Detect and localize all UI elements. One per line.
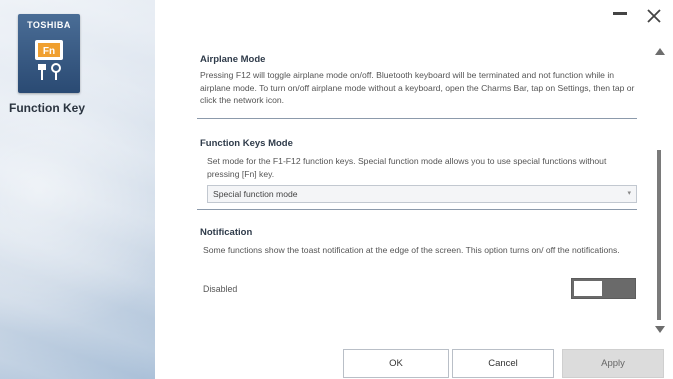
- select-value: Special function mode: [213, 189, 298, 199]
- divider: [197, 118, 637, 119]
- chevron-down-icon: ▾: [627, 190, 631, 197]
- airplane-mode-description: Pressing F12 will toggle airplane mode o…: [200, 70, 635, 105]
- app-title: Function Key: [9, 101, 86, 115]
- toshiba-app-icon: TOSHIBA Fn: [18, 14, 80, 93]
- scrollbar-thumb[interactable]: [657, 150, 661, 320]
- airplane-mode-section: Airplane Mode Pressing F12 will toggle a…: [200, 54, 640, 107]
- minimize-icon[interactable]: [613, 12, 627, 15]
- brand-logo-text: TOSHIBA: [27, 20, 71, 30]
- main-panel: Airplane Mode Pressing F12 will toggle a…: [155, 0, 673, 379]
- notification-status-label: Disabled: [203, 284, 238, 294]
- key-label: Fn: [43, 46, 55, 57]
- scroll-down-arrow-icon[interactable]: [655, 326, 665, 333]
- notification-section: Notification Some functions show the toa…: [200, 227, 640, 257]
- function-key-icon: Fn: [35, 40, 63, 80]
- ok-button[interactable]: OK: [343, 349, 449, 378]
- function-keys-mode-description: Set mode for the F1-F12 function keys. S…: [207, 156, 607, 179]
- divider: [197, 209, 637, 210]
- notification-toggle[interactable]: [571, 278, 636, 299]
- scroll-up-arrow-icon[interactable]: [655, 48, 665, 55]
- function-keys-mode-section: Function Keys Mode Set mode for the F1-F…: [200, 138, 640, 180]
- cancel-button[interactable]: Cancel: [452, 349, 554, 378]
- notification-description: Some functions show the toast notificati…: [203, 245, 620, 255]
- airplane-mode-title: Airplane Mode: [200, 54, 266, 65]
- function-keys-mode-select[interactable]: Special function mode ▾: [207, 185, 637, 203]
- apply-button[interactable]: Apply: [562, 349, 664, 378]
- toggle-thumb: [574, 281, 602, 296]
- close-icon[interactable]: [646, 8, 662, 24]
- sidebar: TOSHIBA Fn Function Key: [0, 0, 155, 379]
- notification-title: Notification: [200, 227, 253, 238]
- function-keys-mode-title: Function Keys Mode: [200, 138, 293, 149]
